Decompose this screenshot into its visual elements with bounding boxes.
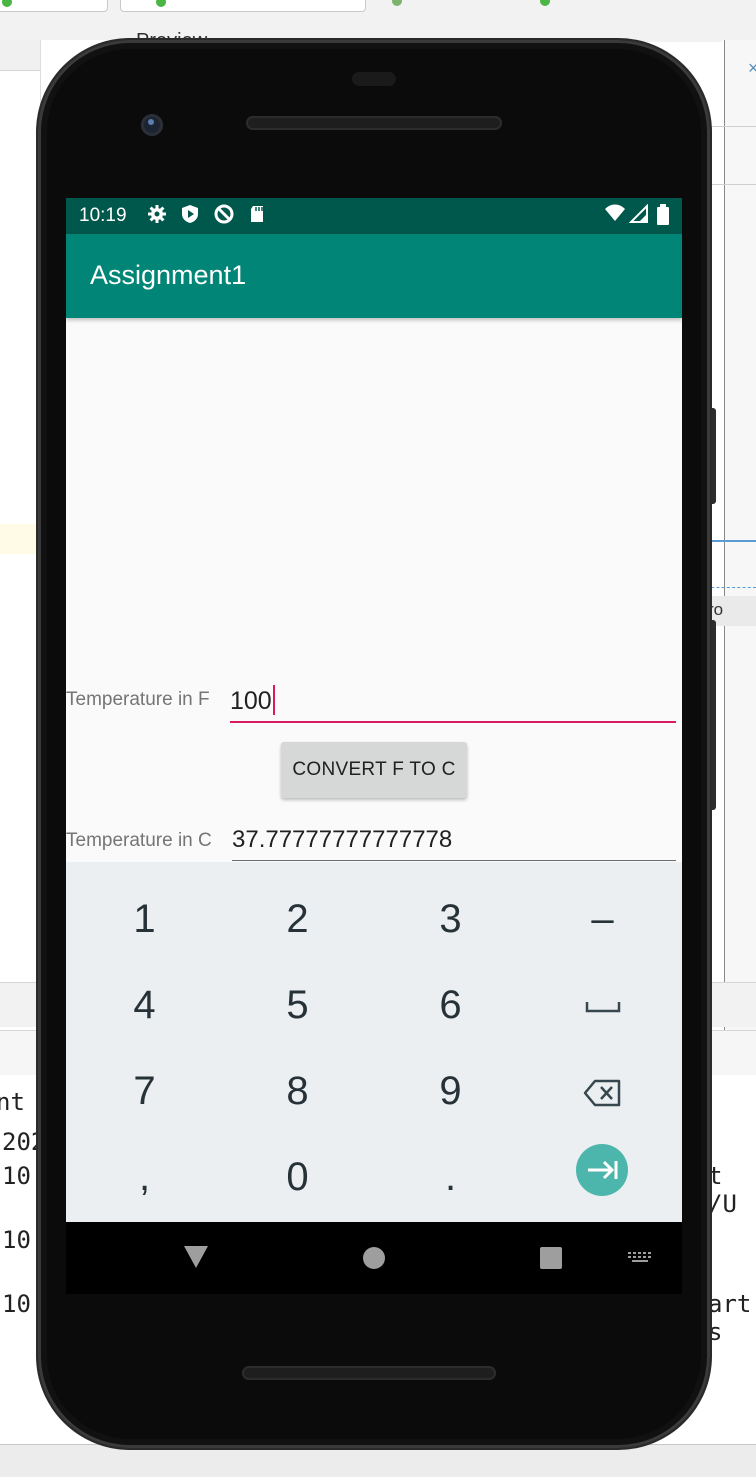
app-bar: Assignment1 [66,234,682,318]
divider [710,184,756,185]
key-minus[interactable]: – [526,876,679,962]
ide-dropdown[interactable] [0,0,108,12]
divider [710,126,756,127]
text-cursor [272,685,275,715]
play-protect-icon [179,204,201,226]
earpiece-speaker [246,116,502,130]
key-comma[interactable]: , [68,1134,221,1220]
camera-icon [141,114,163,136]
key-5[interactable]: 5 [221,962,374,1048]
fahrenheit-input[interactable]: 100 [230,681,676,723]
sd-card-icon [246,204,268,226]
close-icon[interactable]: × [748,58,756,79]
home-icon[interactable] [363,1247,385,1269]
ide-selection-line [704,540,756,542]
key-backspace[interactable] [526,1048,679,1134]
no-sync-icon [213,204,235,226]
proximity-sensor [352,72,396,86]
tab-next-icon [588,1160,618,1180]
key-3[interactable]: 3 [374,876,527,962]
key-2[interactable]: 2 [221,876,374,962]
convert-button[interactable]: CONVERT F TO C [281,742,467,798]
log-line: t /U [708,1162,737,1218]
app-title: Assignment1 [90,260,247,290]
backspace-icon [583,1080,620,1107]
key-8[interactable]: 8 [221,1048,374,1134]
ide-status-bar [0,1444,756,1477]
key-space[interactable] [526,962,679,1048]
key-1[interactable]: 1 [68,876,221,962]
navigation-bar [66,1222,682,1294]
recents-icon[interactable] [540,1247,562,1269]
numeric-keyboard: 1 2 3 – 4 5 6 7 8 9 , 0 . [66,862,682,1222]
ide-highlight-line [0,524,40,554]
key-7[interactable]: 7 [68,1048,221,1134]
key-period[interactable]: . [374,1134,527,1220]
fahrenheit-label: Temperature in F [66,689,210,710]
celsius-output[interactable]: 37.77777777777778 [232,820,676,861]
key-next[interactable] [576,1144,628,1196]
celsius-label: Temperature in C [66,830,212,851]
keyboard-switch-icon[interactable] [628,1252,652,1264]
ide-guide-line [706,587,756,589]
ide-right-panel [724,40,756,1070]
fahrenheit-value: 100 [230,687,272,715]
settings-icon [146,204,168,226]
log-line: art s [708,1290,752,1346]
status-bar: 10:19 [66,198,682,234]
back-icon[interactable] [184,1246,208,1268]
key-4[interactable]: 4 [68,962,221,1048]
key-6[interactable]: 6 [374,962,527,1048]
key-9[interactable]: 9 [374,1048,527,1134]
ide-editor-panel [0,40,41,980]
signal-icon [628,203,650,226]
space-icon [585,1002,620,1013]
status-time: 10:19 [79,205,127,226]
celsius-value: 37.77777777777778 [232,826,453,853]
wifi-icon [604,204,626,226]
device-screen: 10:19 Assignment1 Temperature in F 100 C… [66,198,682,1222]
key-0[interactable]: 0 [221,1134,374,1220]
ide-debug-icon[interactable] [540,0,550,6]
battery-icon [652,204,674,226]
ide-editor-header [0,40,40,71]
bottom-speaker [242,1366,496,1380]
ide-run-icon[interactable] [392,0,402,6]
